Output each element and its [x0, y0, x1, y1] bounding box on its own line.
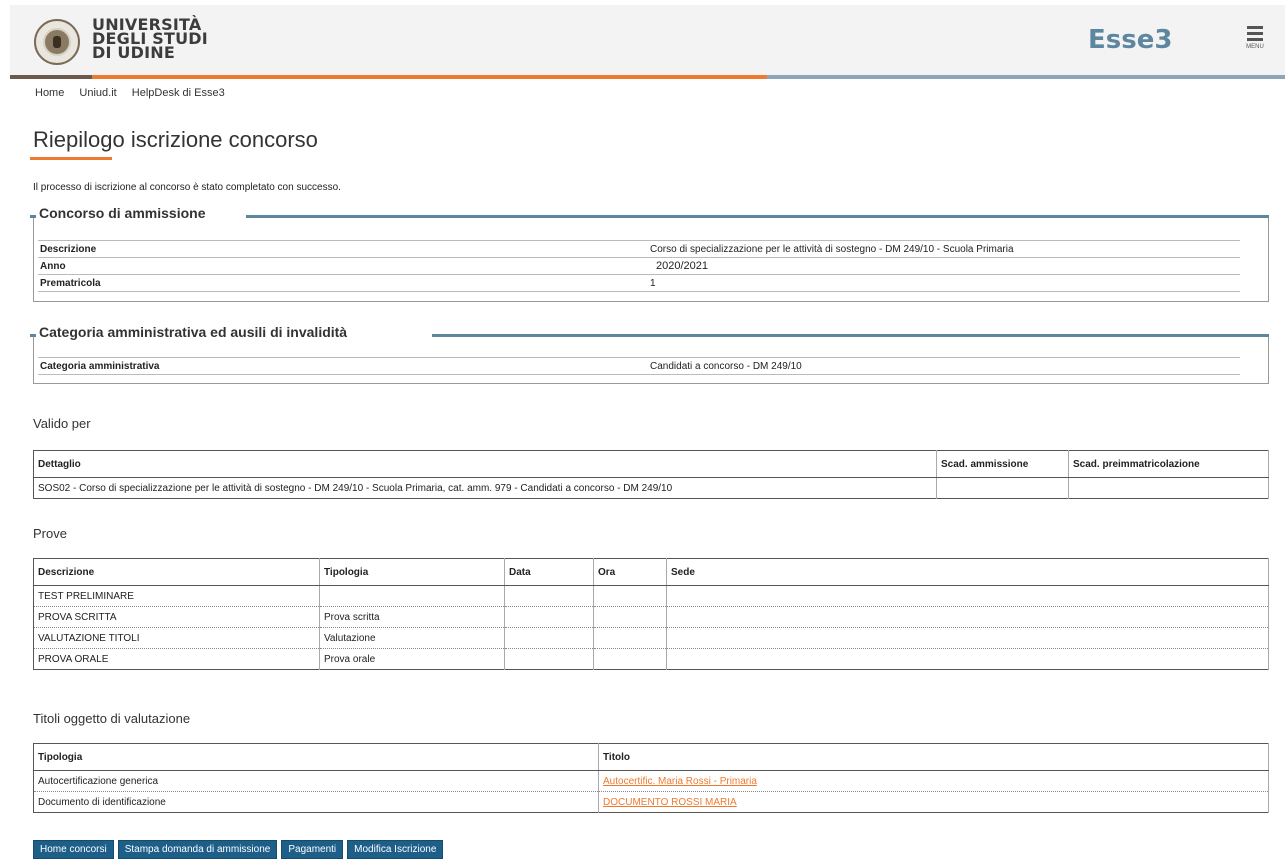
- prove-table: Descrizione Tipologia Data Ora Sede TEST…: [33, 558, 1269, 670]
- categoria-table: Categoria amministrativa Candidati a con…: [38, 357, 1240, 375]
- top-nav: Home Uniud.it HelpDesk di Esse3: [35, 87, 237, 99]
- table-row: Descrizione Corso di specializzazione pe…: [38, 240, 1240, 258]
- home-concorsi-button[interactable]: Home concorsi: [33, 840, 114, 859]
- cell-data: [504, 648, 594, 670]
- nav-link-helpdesk[interactable]: HelpDesk di Esse3: [132, 87, 225, 99]
- cell-tipologia: Prova orale: [319, 648, 505, 670]
- label-descrizione: Descrizione: [38, 240, 648, 258]
- cell-tipologia: [319, 585, 505, 607]
- table-header-row: Tipologia Titolo: [33, 743, 1269, 771]
- column-header-tipologia: Tipologia: [319, 558, 505, 586]
- action-buttons: Home concorsi Stampa domanda di ammissio…: [33, 840, 444, 859]
- valido-per-heading: Valido per: [33, 416, 91, 431]
- concorso-section: Descrizione Corso di specializzazione pe…: [33, 218, 1269, 302]
- cell-scad-preimmatricolazione: [1068, 477, 1269, 499]
- titoli-heading: Titoli oggetto di valutazione: [33, 711, 191, 726]
- cell-descrizione: PROVA SCRITTA: [33, 606, 320, 628]
- column-header-tipologia: Tipologia: [33, 743, 599, 771]
- table-header-row: Dettaglio Scad. ammissione Scad. preimma…: [33, 450, 1269, 478]
- pagamenti-button[interactable]: Pagamenti: [281, 840, 344, 859]
- value-prematricola: 1: [648, 274, 1240, 292]
- table-row: Prematricola 1: [38, 274, 1240, 292]
- table-row: PROVA SCRITTA Prova scritta: [33, 606, 1269, 628]
- table-row: VALUTAZIONE TITOLI Valutazione: [33, 627, 1269, 649]
- titoli-table: Tipologia Titolo Autocertificazione gene…: [33, 743, 1269, 813]
- categoria-section: Categoria amministrativa Candidati a con…: [33, 337, 1269, 384]
- column-header-scad-ammissione: Scad. ammissione: [936, 450, 1069, 478]
- table-row: Autocertificazione generica Autocertific…: [33, 770, 1269, 792]
- cell-tipologia: Documento di identificazione: [33, 791, 599, 813]
- cell-data: [504, 585, 594, 607]
- cell-data: [504, 627, 594, 649]
- column-header-sede: Sede: [666, 558, 1269, 586]
- cell-ora: [593, 627, 667, 649]
- cell-titolo: DOCUMENTO ROSSI MARIA: [598, 791, 1269, 813]
- cell-descrizione: TEST PRELIMINARE: [33, 585, 320, 607]
- table-row: TEST PRELIMINARE: [33, 585, 1269, 607]
- column-header-ora: Ora: [593, 558, 667, 586]
- header-divider-mid: [92, 75, 767, 79]
- cell-ora: [593, 606, 667, 628]
- stampa-domanda-button[interactable]: Stampa domanda di ammissione: [117, 840, 278, 859]
- cell-tipologia: Valutazione: [319, 627, 505, 649]
- column-header-scad-preimmatricolazione: Scad. preimmatricolazione: [1068, 450, 1269, 478]
- column-header-dettaglio: Dettaglio: [33, 450, 937, 478]
- hamburger-icon: [1247, 26, 1263, 29]
- table-row: Documento di identificazione DOCUMENTO R…: [33, 791, 1269, 813]
- value-anno: 2020/2021: [648, 257, 1240, 275]
- site-header: UNIVERSITÀ DEGLI STUDI DI UDINE Esse3 ME…: [10, 5, 1285, 75]
- nav-link-home[interactable]: Home: [35, 87, 64, 99]
- logo-line-3: DI UDINE: [92, 43, 175, 62]
- app-name[interactable]: Esse3: [1088, 25, 1172, 55]
- cell-sede: [666, 627, 1269, 649]
- header-divider-left: [10, 75, 92, 79]
- cell-ora: [593, 585, 667, 607]
- cell-titolo: Autocertific. Maria Rossi - Primaria: [598, 770, 1269, 792]
- header-divider-right: [767, 75, 1285, 79]
- cell-tipologia: Prova scritta: [319, 606, 505, 628]
- table-row: Categoria amministrativa Candidati a con…: [38, 357, 1240, 375]
- label-categoria: Categoria amministrativa: [38, 357, 648, 375]
- concorso-table: Descrizione Corso di specializzazione pe…: [38, 240, 1240, 292]
- cell-data: [504, 606, 594, 628]
- university-seal-icon[interactable]: [34, 19, 80, 65]
- titolo-link-autocertificazione[interactable]: Autocertific. Maria Rossi - Primaria: [603, 776, 757, 787]
- cell-scad-ammissione: [936, 477, 1069, 499]
- cell-descrizione: PROVA ORALE: [33, 648, 320, 670]
- cell-sede: [666, 606, 1269, 628]
- column-header-data: Data: [504, 558, 594, 586]
- menu-label: MENU: [1246, 44, 1264, 50]
- hamburger-icon-bar: [1247, 38, 1263, 41]
- label-anno: Anno: [38, 257, 648, 275]
- value-descrizione: Corso di specializzazione per le attivit…: [648, 240, 1240, 258]
- table-row: SOS02 - Corso di specializzazione per le…: [33, 477, 1269, 499]
- cell-ora: [593, 648, 667, 670]
- table-row: Anno 2020/2021: [38, 257, 1240, 275]
- menu-button[interactable]: MENU: [1240, 23, 1270, 63]
- modifica-iscrizione-button[interactable]: Modifica Iscrizione: [347, 840, 444, 859]
- nav-link-uniud[interactable]: Uniud.it: [79, 87, 116, 99]
- value-categoria: Candidati a concorso - DM 249/10: [648, 357, 1240, 375]
- table-header-row: Descrizione Tipologia Data Ora Sede: [33, 558, 1269, 586]
- title-underline: [30, 157, 112, 160]
- column-header-titolo: Titolo: [598, 743, 1269, 771]
- valido-per-table: Dettaglio Scad. ammissione Scad. preimma…: [33, 450, 1269, 499]
- hamburger-icon-bar: [1247, 32, 1263, 35]
- table-row: PROVA ORALE Prova orale: [33, 648, 1269, 670]
- prove-heading: Prove: [33, 526, 67, 541]
- page-title: Riepilogo iscrizione concorso: [33, 127, 318, 152]
- titolo-link-documento[interactable]: DOCUMENTO ROSSI MARIA: [603, 797, 737, 808]
- column-header-descrizione: Descrizione: [33, 558, 320, 586]
- cell-tipologia: Autocertificazione generica: [33, 770, 599, 792]
- cell-sede: [666, 585, 1269, 607]
- cell-descrizione: VALUTAZIONE TITOLI: [33, 627, 320, 649]
- success-message: Il processo di iscrizione al concorso è …: [33, 182, 341, 193]
- cell-dettaglio: SOS02 - Corso di specializzazione per le…: [33, 477, 937, 499]
- label-prematricola: Prematricola: [38, 274, 648, 292]
- university-logo-text[interactable]: UNIVERSITÀ DEGLI STUDI DI UDINE: [92, 17, 208, 62]
- cell-sede: [666, 648, 1269, 670]
